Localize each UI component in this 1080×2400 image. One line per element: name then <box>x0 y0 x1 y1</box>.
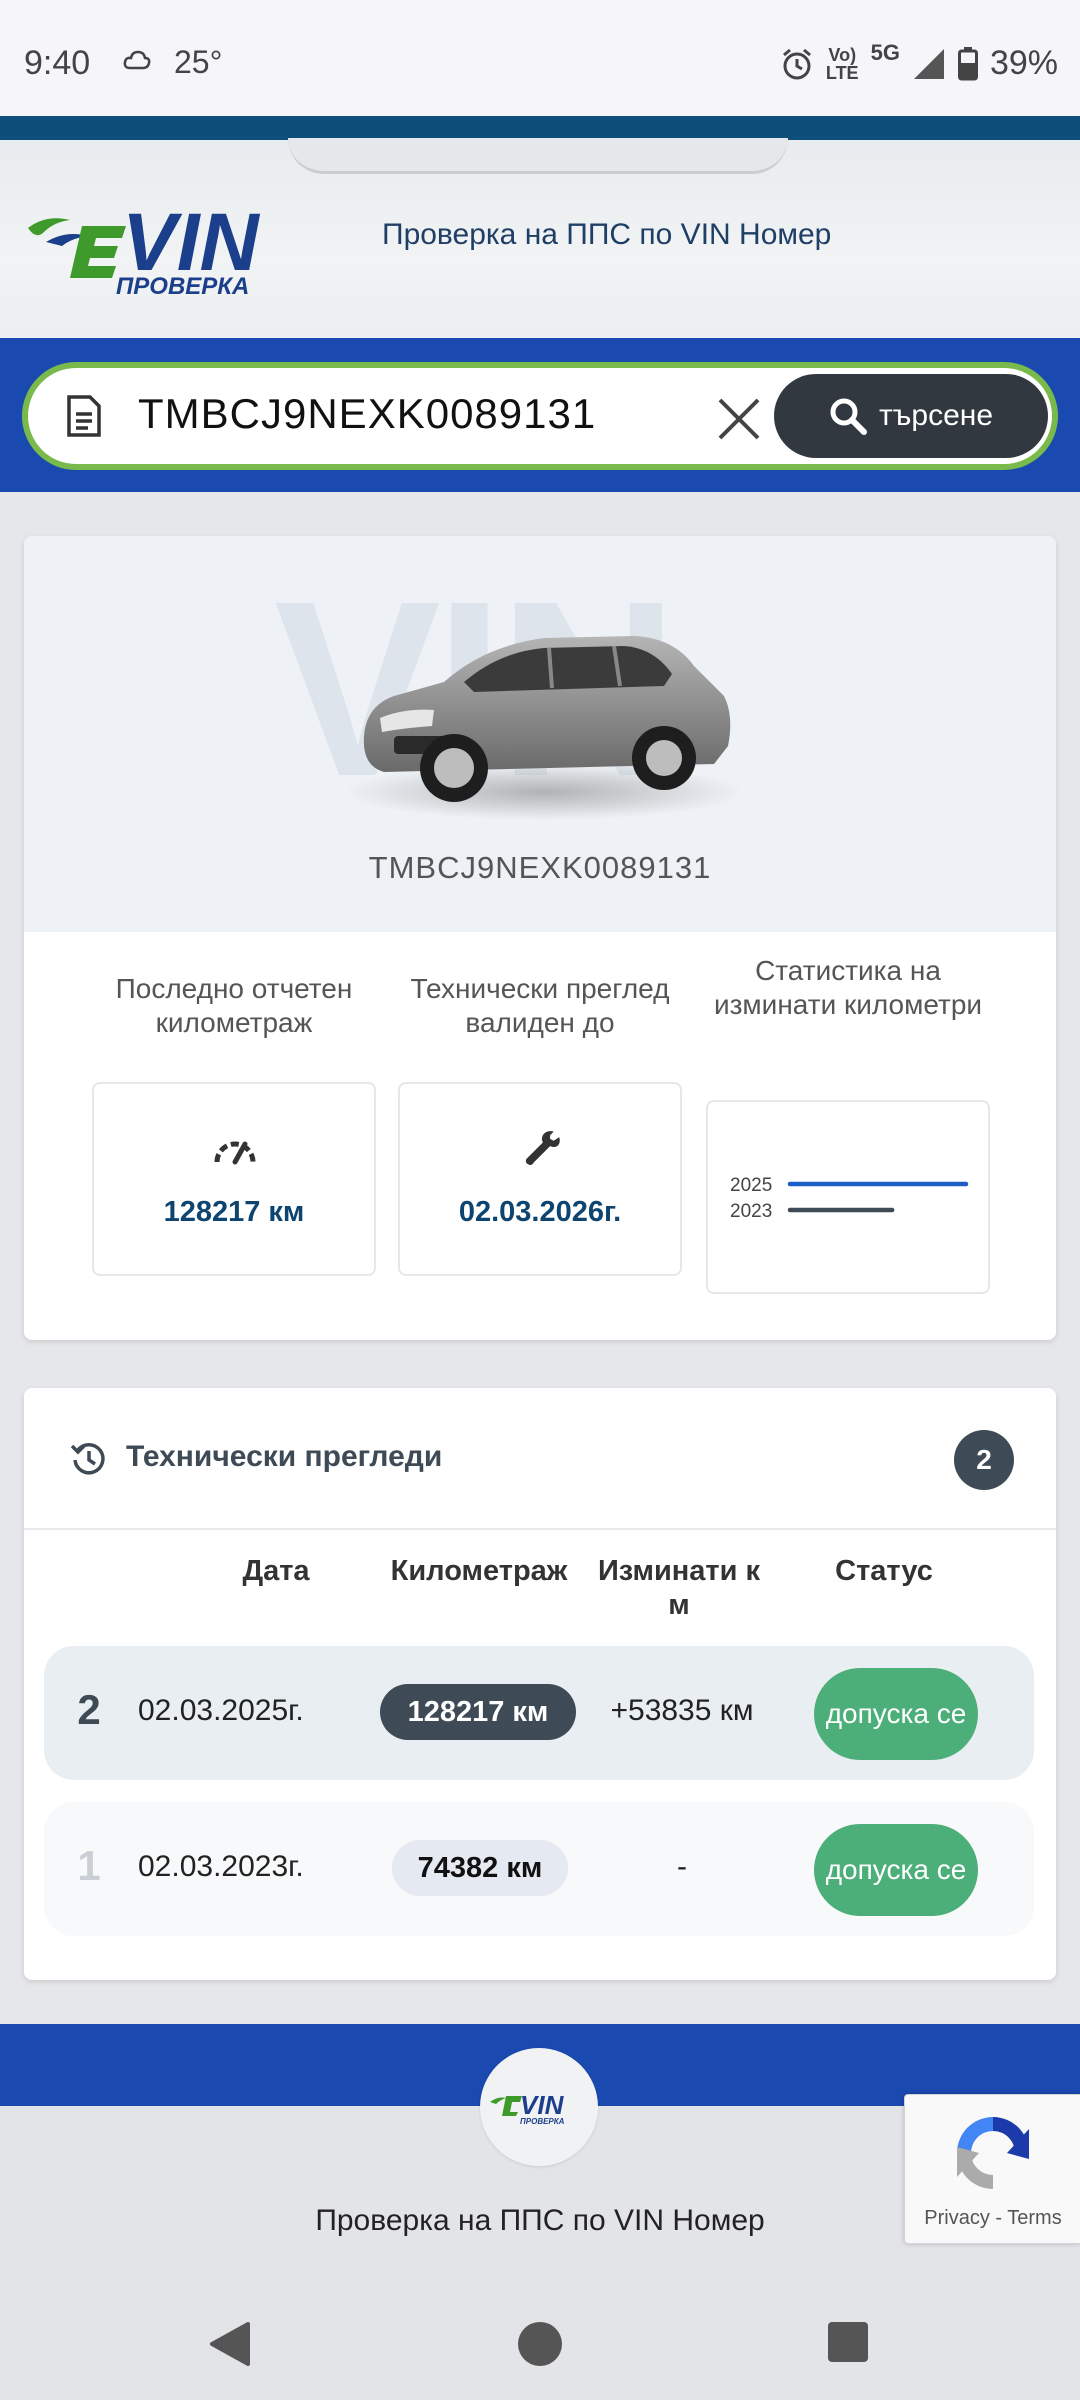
alarm-icon <box>782 48 811 79</box>
search-icon <box>830 398 867 435</box>
vin-search-input[interactable]: TMBCJ9NEXK0089131 <box>138 390 596 438</box>
site-header: VIN ПРОВЕРКА Проверка на ППС по VIN Номе… <box>0 138 1080 338</box>
evin-logo[interactable]: VIN ПРОВЕРКА <box>26 186 346 296</box>
stat-mileage-value: 128217 км <box>163 1196 305 1228</box>
table-row[interactable]: 1 02.03.2023г. 74382 км - допуска се <box>44 1802 1034 1936</box>
header-tab-decoration <box>288 138 788 174</box>
clear-icon[interactable] <box>716 396 762 442</box>
column-header-status: Статус <box>835 1555 933 1587</box>
row-status-badge: допуска се <box>814 1824 978 1916</box>
row-mileage-badge: 74382 км <box>392 1840 568 1896</box>
stat-mileage-box: 128217 км <box>92 1082 376 1276</box>
chart-tick-label: 2025 <box>730 1175 772 1196</box>
inspections-count-badge: 2 <box>954 1430 1014 1490</box>
back-icon[interactable] <box>208 2320 252 2368</box>
status-icons: Vo) LTE 5G 39% <box>780 40 1058 83</box>
privacy-link[interactable]: Privacy <box>924 2207 990 2229</box>
status-temperature: 25° <box>174 44 223 80</box>
volte-indicator: Vo) LTE <box>825 44 859 83</box>
svg-text:ПРОВЕРКА: ПРОВЕРКА <box>116 273 249 296</box>
search-band: TMBCJ9NEXK0089131 търсене <box>0 338 1080 492</box>
column-header-date: Дата <box>242 1555 310 1587</box>
home-icon[interactable] <box>518 2322 562 2366</box>
search-box: TMBCJ9NEXK0089131 търсене <box>22 362 1058 470</box>
row-mileage-badge: 128217 км <box>380 1684 576 1740</box>
search-button-label: търсене <box>878 399 994 432</box>
svg-text:ПРОВЕРКА: ПРОВЕРКА <box>520 2117 565 2126</box>
vehicle-image-area: VIN TMBCJ9NEXK0089131 <box>24 536 1056 932</box>
chart-tick-label: 2023 <box>730 1201 772 1222</box>
recent-apps-icon[interactable] <box>828 2322 868 2362</box>
row-number: 2 <box>77 1686 101 1733</box>
row-number: 1 <box>77 1842 101 1889</box>
speedometer-icon <box>214 1141 256 1165</box>
recaptcha-icon <box>957 2117 1029 2189</box>
recaptcha-links: Privacy - Terms <box>924 2207 1062 2229</box>
row-date: 02.03.2025г. <box>138 1694 304 1727</box>
stat-mileage: Последно отчетен километраж 128217 км <box>92 972 376 1276</box>
navigation-bar <box>0 2288 1080 2400</box>
footer-evin-logo[interactable]: VIN ПРОВЕРКА <box>490 2080 590 2130</box>
search-button[interactable]: търсене <box>774 374 1048 458</box>
vehicle-card: VIN TMBCJ9NEXK0089131 <box>24 536 1056 1340</box>
document-icon <box>67 395 101 437</box>
header-title: Проверка на ППС по VIN Номер <box>382 218 832 251</box>
stat-inspection-box: 02.03.2026г. <box>398 1082 682 1276</box>
top-strip <box>0 116 1080 140</box>
network-type: 5G <box>870 40 900 65</box>
stat-inspection-value: 02.03.2026г. <box>458 1196 622 1228</box>
row-status-badge: допуска се <box>814 1668 978 1760</box>
stat-km-chart-box: 2025 2023 <box>706 1100 990 1294</box>
wrench-icon <box>525 1131 560 1165</box>
terms-link[interactable]: Terms <box>1007 2207 1061 2229</box>
history-icon <box>70 1442 105 1475</box>
vehicle-vin: TMBCJ9NEXK0089131 <box>368 850 712 885</box>
stat-inspection: Технически преглед валиден до 02.03.2026… <box>398 972 682 1276</box>
signal-icon <box>913 48 944 79</box>
row-distance: - <box>677 1850 687 1883</box>
cloud-icon <box>123 50 151 70</box>
table-row[interactable]: 2 02.03.2025г. 128217 км +53835 км допус… <box>44 1646 1034 1780</box>
stat-mileage-label: Последно отчетен километраж <box>115 973 353 1038</box>
stat-km-chart-label: Статистика на изминати километри <box>713 955 983 1020</box>
svg-text:VIN: VIN <box>520 2090 565 2120</box>
row-date: 02.03.2023г. <box>138 1850 304 1883</box>
recaptcha-badge[interactable]: Privacy - Terms <box>904 2094 1080 2244</box>
status-bar: 9:40 25° Vo) LTE 5G 39% <box>0 0 1080 116</box>
inspections-title: Технически прегледи <box>126 1440 443 1473</box>
status-time: 9:40 <box>24 44 91 82</box>
column-header-mileage: Километраж <box>390 1555 568 1587</box>
inspections-header: Технически прегледи 2 <box>24 1388 1056 1530</box>
inspections-card: Технически прегледи 2 Дата Километраж Из… <box>24 1388 1056 1980</box>
battery-icon <box>957 46 978 80</box>
battery-percent: 39% <box>989 44 1058 82</box>
column-header-distance: Изминати к м <box>597 1555 761 1621</box>
stat-inspection-label: Технически преглед валиден до <box>410 973 670 1038</box>
row-distance: +53835 км <box>610 1694 754 1727</box>
car-image <box>344 636 744 820</box>
km-mini-chart: 2025 2023 <box>730 1175 969 1222</box>
stat-km-chart: Статистика на изминати километри 2025 202… <box>706 955 990 1294</box>
